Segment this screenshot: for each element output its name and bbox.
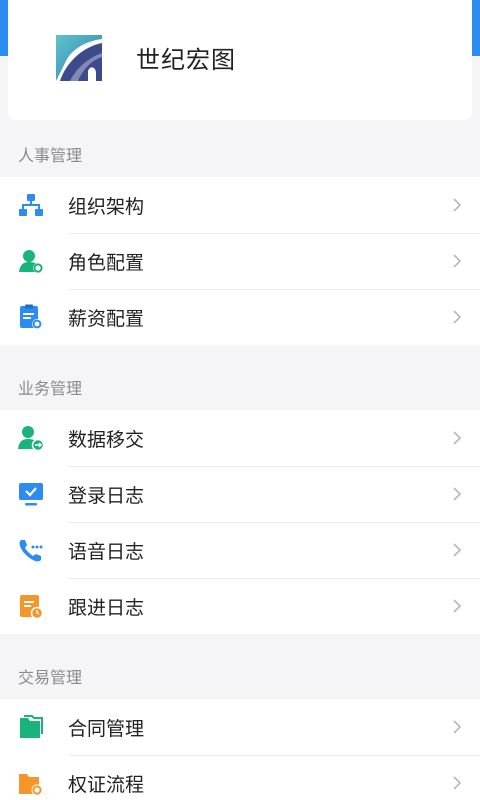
- menu-item-login-log[interactable]: 登录日志: [0, 466, 480, 522]
- chevron-right-icon: [453, 431, 462, 445]
- menu-item-data-transfer[interactable]: 数据移交: [0, 410, 480, 466]
- user-settings-icon: [19, 250, 43, 273]
- settings-screen: 世纪宏图 人事管理 组织架构 角色配置 薪资配置 业务管理 数据移交 登录日志 …: [0, 0, 480, 800]
- section-group-business: 数据移交 登录日志 语音日志 跟进日志: [0, 410, 480, 634]
- menu-item-label: 组织架构: [68, 195, 145, 218]
- menu-item-warrant-process[interactable]: 权证流程: [0, 755, 480, 800]
- company-logo-icon: [56, 35, 102, 81]
- org-chart-icon: [19, 194, 43, 216]
- section-group-trade: 合同管理 权证流程: [0, 699, 480, 800]
- folder-settings-icon: [19, 774, 43, 796]
- section-header-business: 业务管理: [18, 379, 83, 398]
- menu-item-salary-config[interactable]: 薪资配置: [0, 289, 480, 345]
- menu-item-label: 权证流程: [68, 773, 145, 796]
- clipboard-settings-icon: [20, 304, 42, 329]
- menu-item-label: 合同管理: [68, 717, 145, 740]
- monitor-check-icon: [19, 483, 43, 506]
- menu-item-label: 薪资配置: [68, 307, 145, 330]
- chevron-right-icon: [453, 776, 462, 790]
- chevron-right-icon: [453, 599, 462, 613]
- section-group-hr: 组织架构 角色配置 薪资配置: [0, 177, 480, 345]
- menu-item-label: 跟进日志: [68, 596, 145, 619]
- user-transfer-icon: [18, 426, 44, 451]
- menu-item-role-config[interactable]: 角色配置: [0, 233, 480, 289]
- document-clock-icon: [20, 595, 44, 619]
- menu-item-label: 语音日志: [68, 540, 145, 563]
- company-name: 世纪宏图: [136, 46, 236, 74]
- company-card: 世纪宏图: [8, 0, 472, 120]
- chevron-right-icon: [453, 487, 462, 501]
- section-header-hr: 人事管理: [18, 146, 83, 165]
- section-header-trade: 交易管理: [18, 668, 83, 687]
- chevron-right-icon: [453, 198, 462, 212]
- chevron-right-icon: [453, 310, 462, 324]
- menu-item-org-structure[interactable]: 组织架构: [0, 177, 480, 233]
- chevron-right-icon: [453, 720, 462, 734]
- chevron-right-icon: [453, 254, 462, 268]
- menu-item-contract-management[interactable]: 合同管理: [0, 699, 480, 755]
- phone-icon: [19, 540, 43, 562]
- chevron-right-icon: [453, 543, 462, 557]
- folder-icon: [20, 715, 43, 738]
- menu-item-label: 数据移交: [68, 428, 145, 451]
- menu-item-followup-log[interactable]: 跟进日志: [0, 578, 480, 634]
- menu-item-label: 角色配置: [68, 251, 145, 274]
- menu-item-voice-log[interactable]: 语音日志: [0, 522, 480, 578]
- menu-item-label: 登录日志: [68, 484, 145, 507]
